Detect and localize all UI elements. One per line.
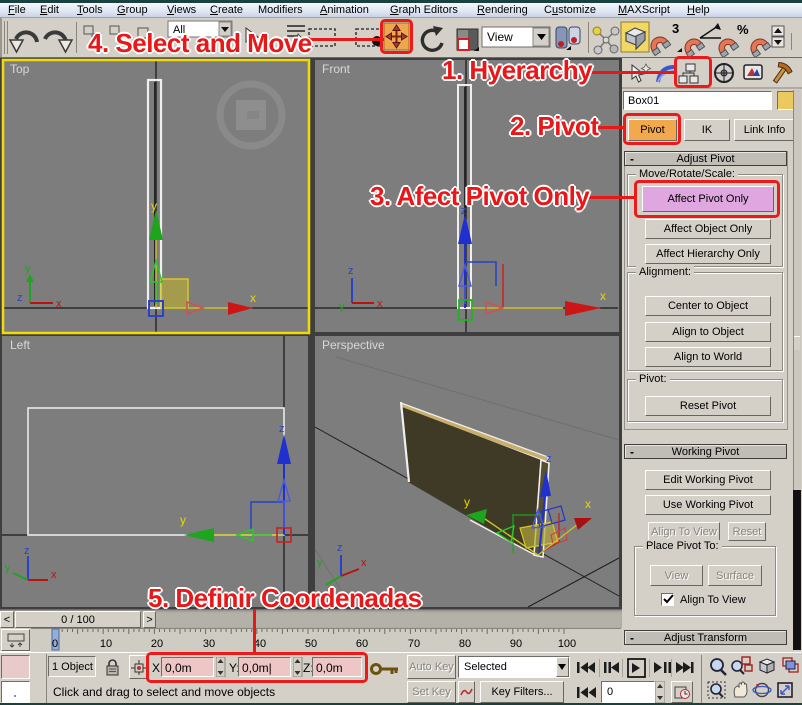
svg-text:x: x [585,497,591,511]
svg-text:z: z [546,453,552,465]
svg-text:80: 80 [459,638,471,650]
svg-text:x: x [361,557,367,569]
svg-text:50: 50 [305,638,317,650]
svg-text:x: x [51,569,57,581]
svg-text:20: 20 [151,638,163,650]
svg-text:z: z [17,292,23,304]
svg-text:z: z [337,542,343,554]
svg-text:y: y [5,562,11,574]
svg-text:y: y [339,301,345,313]
svg-text:90: 90 [510,638,522,650]
svg-text:y: y [180,513,186,527]
svg-text:Perspective: Perspective [322,338,385,352]
svg-text:x: x [377,298,383,310]
svg-text:x: x [56,298,62,310]
svg-text:10: 10 [100,638,112,650]
svg-text:x: x [600,289,606,303]
svg-text:y: y [317,557,323,569]
svg-text:View: View [487,30,513,44]
svg-text:Top: Top [10,62,30,76]
svg-text:Front: Front [322,62,351,76]
svg-text:z: z [279,423,285,435]
svg-text:y: y [464,495,470,509]
svg-text:60: 60 [356,638,368,650]
svg-text:30: 30 [203,638,215,650]
svg-text:100: 100 [558,638,576,650]
svg-text:Left: Left [10,338,31,352]
svg-text:z: z [348,265,354,277]
svg-text:x: x [250,291,256,305]
svg-text:y: y [25,263,31,275]
svg-text:%: % [737,22,749,37]
svg-text:y: y [151,199,157,213]
svg-text:3: 3 [672,21,679,36]
svg-text:70: 70 [408,638,420,650]
svg-text:0: 0 [52,638,58,650]
svg-text:z: z [24,545,30,557]
